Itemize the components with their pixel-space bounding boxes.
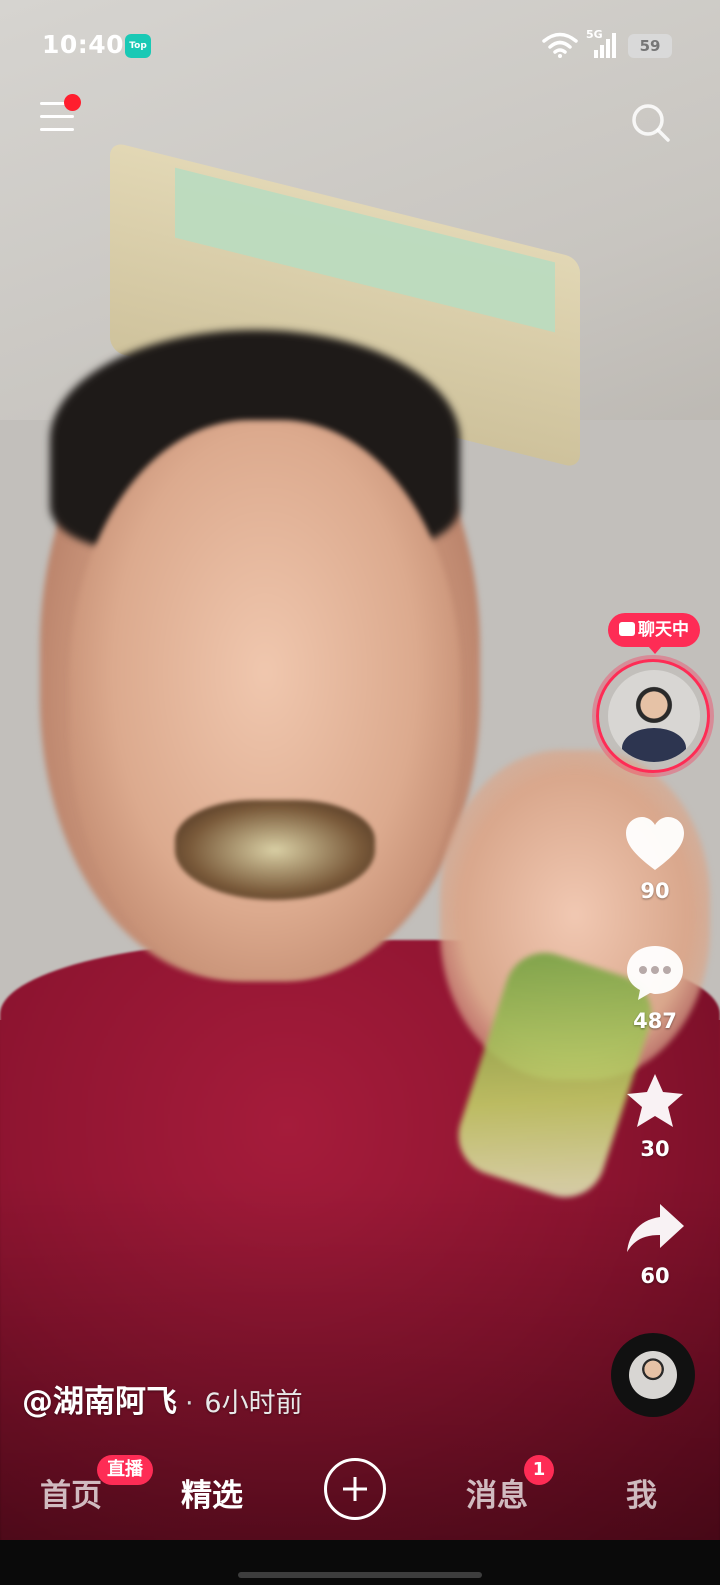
status-bar: 10:40 Top 5G 59 [0, 0, 720, 90]
video-player[interactable] [0, 0, 720, 1540]
menu-button[interactable] [38, 94, 82, 138]
app-badge-icon: Top [125, 34, 151, 58]
posted-time: 6小时前 [204, 1388, 303, 1419]
nav-home[interactable]: 首页 [40, 1470, 102, 1515]
favorite-count: 30 [640, 1137, 670, 1161]
home-indicator[interactable] [238, 1572, 482, 1578]
avatar-suit [622, 728, 686, 762]
chatting-badge[interactable]: 聊天中 [608, 613, 700, 654]
notification-dot [64, 94, 81, 111]
author-name[interactable]: @湖南阿飞 [22, 1384, 177, 1420]
nav-messages[interactable]: 消息 [466, 1470, 528, 1515]
heart-icon [626, 817, 684, 870]
comment-count: 487 [633, 1009, 677, 1033]
battery-indicator: 59 [628, 34, 672, 58]
video-caption: @湖南阿飞 · 6小时前 [22, 1376, 303, 1421]
share-count: 60 [640, 1264, 670, 1288]
menu-icon-line-3 [40, 128, 74, 131]
signal-icon [594, 33, 616, 58]
caption-separator: · [185, 1388, 194, 1419]
nav-featured[interactable]: 精选 [181, 1470, 243, 1515]
search-icon[interactable] [628, 100, 672, 144]
status-time: 10:40 [42, 30, 125, 59]
bottom-strip [0, 1540, 720, 1585]
share-icon [627, 1204, 684, 1252]
messages-badge: 1 [524, 1455, 554, 1485]
chat-icon [619, 622, 635, 636]
music-disc[interactable] [611, 1333, 695, 1417]
music-disc-cover [629, 1351, 677, 1399]
chatting-label: 聊天中 [638, 620, 689, 640]
live-badge: 直播 [97, 1455, 153, 1485]
star-icon [627, 1074, 683, 1127]
create-plus-button[interactable] [324, 1458, 386, 1520]
nav-me[interactable]: 我 [626, 1470, 657, 1515]
author-avatar[interactable] [608, 670, 700, 762]
comment-icon [627, 946, 683, 1000]
like-count: 90 [640, 879, 670, 903]
share-button[interactable]: 60 [615, 1200, 695, 1288]
comment-button[interactable]: 487 [615, 943, 695, 1033]
menu-icon-line-2 [40, 115, 74, 118]
bottom-nav: 首页 直播 精选 消息 1 我 [0, 1440, 720, 1540]
favorite-button[interactable]: 30 [615, 1071, 695, 1161]
video-mouth [175, 800, 375, 900]
like-button[interactable]: 90 [615, 815, 695, 903]
wifi-icon [542, 32, 578, 58]
